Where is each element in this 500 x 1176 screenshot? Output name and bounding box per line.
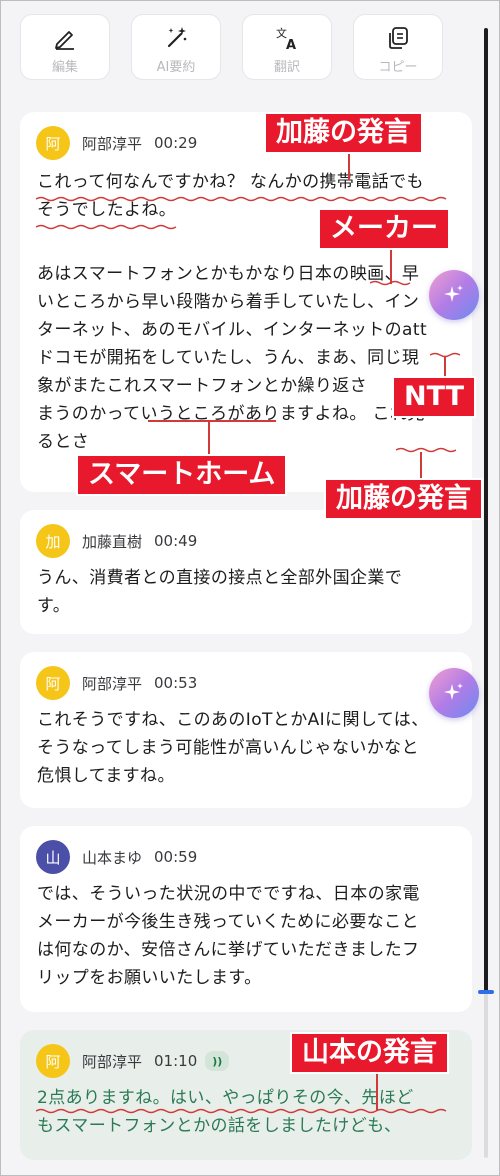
scrollbar-thumb[interactable]: [478, 990, 494, 994]
annotation-label: スマートホーム: [76, 454, 288, 496]
ai-summary-button[interactable]: AI要約: [131, 14, 221, 80]
connector-line: [208, 420, 210, 456]
ai-assist-button[interactable]: [429, 270, 479, 320]
timestamp: 00:29: [154, 134, 198, 152]
annotation-label: NTT: [392, 376, 477, 418]
transcript-entry[interactable]: 阿 阿部淳平 00:29 これって何なんですかね？ なんかの携帯電話でも そうで…: [20, 112, 472, 492]
speaker-name: 阿部淳平: [82, 134, 143, 153]
annotation-label: 加藤の発言: [264, 112, 423, 154]
scrollbar-progress: [484, 28, 488, 994]
ai-summary-label: AI要約: [156, 60, 196, 75]
timestamp: 00:53: [154, 674, 198, 692]
translate-label: 翻訳: [273, 60, 300, 75]
speaker-name: 山本まゆ: [82, 848, 143, 867]
transcript-entry[interactable]: 加 加藤直樹 00:49 うん、消費者との直接の接点と全部外国企業で す。: [20, 510, 472, 634]
timestamp: 00:59: [154, 848, 198, 866]
speaker-header: 加 加藤直樹 00:49: [36, 524, 197, 558]
transcript-entry[interactable]: 阿 阿部淳平 00:53 これそうですね、このあのIoTとかAIに関しては、 そ…: [20, 652, 472, 808]
wavy-underline: [36, 224, 177, 230]
utterance-text: これそうですね、このあのIoTとかAIに関しては、 そうなってしまう可能性が高い…: [37, 710, 429, 786]
sparkle-icon: [444, 683, 463, 700]
utterance-text: では、そういった状況の中でですね、日本の家電 メーカーが今後生き残っていくために…: [37, 884, 420, 988]
translate-button[interactable]: 文A 翻訳: [242, 14, 332, 80]
timestamp: 01:10: [154, 1052, 198, 1070]
speaker-header: 阿 阿部淳平 00:29: [36, 126, 197, 160]
speaker-name: 加藤直樹: [82, 532, 143, 551]
audio-wave-icon[interactable]: )): [205, 1051, 230, 1071]
magic-wand-icon: [167, 27, 187, 48]
speaker-header: 阿 阿部淳平 00:53: [36, 666, 197, 700]
edit-label: 編集: [51, 60, 78, 75]
sparkle-icon: [444, 285, 463, 302]
smarthome-underline: [148, 420, 276, 422]
transcript-entry[interactable]: 山 山本まゆ 00:59 では、そういった状況の中でですね、日本の家電 メーカー…: [20, 826, 472, 1012]
connector-line: [420, 452, 422, 478]
toolbar: 編集 AI要約 文A 翻訳 コピー: [20, 14, 444, 82]
translate-icon: 文A: [276, 26, 296, 51]
annotation-label: 山本の発言: [290, 1032, 449, 1074]
connector-line: [390, 246, 392, 284]
annotation-label: メーカー: [318, 208, 450, 250]
connector-line: [444, 356, 446, 378]
avatar: 加: [36, 524, 70, 558]
speaker-header: 山 山本まゆ 00:59: [36, 840, 197, 874]
timestamp: 00:49: [154, 532, 198, 550]
utterance-text: あはスマートフォンとかもかなり日本の映画、早 いところから早い段階から着手してい…: [37, 264, 428, 452]
avatar: 阿: [36, 666, 70, 700]
ai-assist-button[interactable]: [429, 668, 479, 718]
connector-line: [376, 1070, 378, 1110]
wavy-underline: [36, 1108, 447, 1114]
copy-label: コピー: [378, 60, 418, 75]
avatar: 阿: [36, 1044, 70, 1078]
wavy-underline: [396, 447, 456, 453]
speaker-header: 阿 阿部淳平 01:10 )): [36, 1044, 230, 1078]
edit-button[interactable]: 編集: [20, 14, 110, 80]
avatar: 阿: [36, 126, 70, 160]
avatar: 山: [36, 840, 70, 874]
wavy-underline: [36, 196, 447, 202]
pen-icon: [55, 31, 74, 50]
copy-icon: [389, 27, 408, 49]
svg-text:A: A: [286, 38, 296, 51]
speaker-name: 阿部淳平: [82, 1052, 143, 1071]
utterance-text: うん、消費者との直接の接点と全部外国企業で す。: [37, 568, 403, 616]
annotation-label: 加藤の発言: [324, 478, 483, 520]
connector-line: [348, 150, 350, 180]
copy-button[interactable]: コピー: [353, 14, 443, 80]
speaker-name: 阿部淳平: [82, 674, 143, 693]
